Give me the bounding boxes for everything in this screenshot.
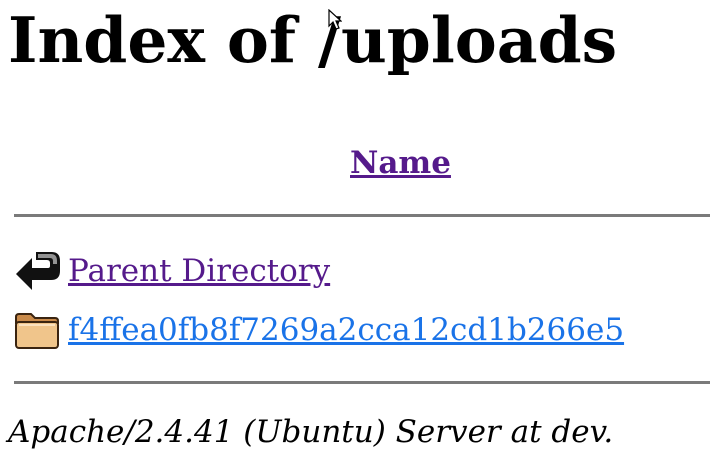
name-column-header: Name	[350, 141, 451, 185]
page-title: Index of /uploads	[8, 3, 618, 77]
list-item: Parent Directory	[14, 248, 330, 294]
sort-by-name-link[interactable]: Name	[350, 145, 451, 181]
parent-directory-link[interactable]: Parent Directory	[68, 249, 330, 293]
uploads-directory-link[interactable]: f4ffea0fb8f7269a2cca12cd1b266e5	[68, 308, 624, 352]
list-item: f4ffea0fb8f7269a2cca12cd1b266e5	[14, 307, 624, 353]
divider-bottom	[14, 381, 710, 384]
back-arrow-icon	[16, 252, 60, 290]
divider-top	[14, 214, 710, 217]
mouse-pointer-icon	[328, 9, 342, 30]
folder-icon	[15, 313, 59, 349]
server-signature: Apache/2.4.41 (Ubuntu) Server at dev.	[8, 414, 614, 450]
